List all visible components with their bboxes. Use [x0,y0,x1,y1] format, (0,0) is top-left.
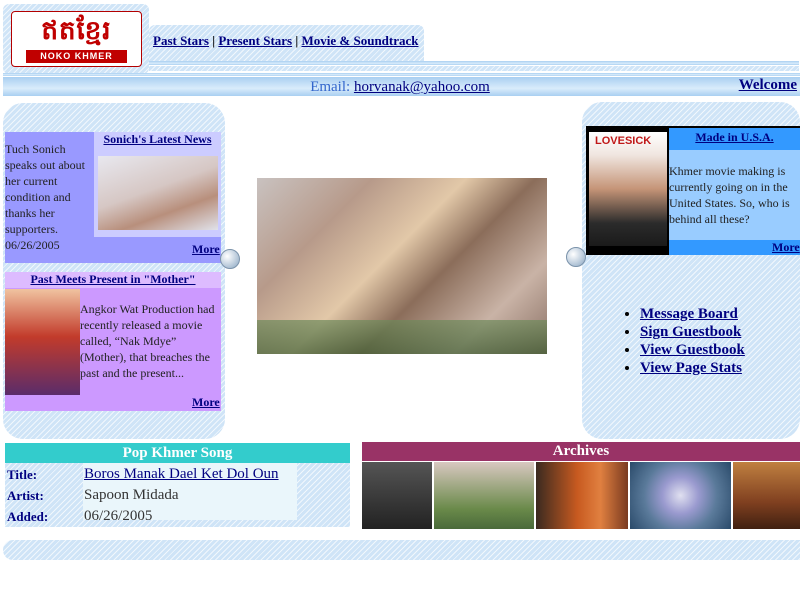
sign-guestbook-link[interactable]: Sign Guestbook [640,324,741,340]
nav-past-stars[interactable]: Past Stars [153,33,209,48]
site-logo[interactable]: ឥតខ្មែរ NOKO KHMER [11,11,142,67]
news-text: Tuch Sonich speaks out about her current… [5,142,85,236]
knob-ornament [566,247,586,267]
news-photo-sonich[interactable] [98,156,218,230]
news-summary-mother: Angkor Wat Production had recently relea… [80,302,215,380]
song-title-link[interactable]: Boros Manak Dael Ket Dol Oun [84,466,279,483]
site-links: Message Board Sign Guestbook View Guestb… [620,305,745,377]
poster-title: LOVESICK [595,135,652,147]
knob-ornament [220,249,240,269]
song-artist-label: Artist: [7,488,44,503]
song-added-date: 06/26/2005 [84,508,153,524]
email-label: Email: [310,79,351,95]
photo-foreground [257,320,547,354]
archive-thumb[interactable] [630,462,731,529]
header-rule [149,66,799,71]
nav-separator: | [212,33,216,48]
song-added-label: Added: [7,509,49,524]
song-title-label: Title: [7,467,38,482]
news-title-mother[interactable]: Past Meets Present in "Mother" [5,272,221,287]
more-link[interactable]: More [192,395,220,410]
news-title-sonich[interactable]: Sonich's Latest News [94,132,221,147]
feature-title-usa[interactable]: Made in U.S.A. [669,130,800,145]
list-item: Sign Guestbook [640,323,745,341]
more-link[interactable]: More [192,242,220,257]
archive-thumb[interactable] [362,462,432,529]
news-photo-mother[interactable] [5,289,80,395]
more-link[interactable]: More [772,240,800,255]
archives-header: Archives [362,442,800,461]
view-guestbook-link[interactable]: View Guestbook [640,342,745,358]
list-item: Message Board [640,305,745,323]
logo-subtitle: NOKO KHMER [26,50,127,63]
welcome-link[interactable]: Welcome [739,77,797,94]
song-artist: Sapoon Midada [84,487,179,503]
email-link[interactable]: horvanak@yahoo.com [354,79,490,95]
nav-present-stars[interactable]: Present Stars [218,33,292,48]
logo-khmer-text: ឥតខ្មែរ [41,16,112,46]
song-header: Pop Khmer Song [5,443,350,463]
news-date: 06/26/2005 [5,238,60,252]
view-page-stats-link[interactable]: View Page Stats [640,360,742,376]
list-item: View Guestbook [640,341,745,359]
movie-poster-lovesick[interactable] [589,132,667,246]
header-rule [149,61,799,65]
contact-email: Email: horvanak@yahoo.com [0,79,800,96]
list-item: View Page Stats [640,359,745,377]
header-rule [3,73,800,76]
feature-summary-usa: Khmer movie making is currently going on… [669,164,790,226]
footer-bar [3,540,800,560]
archive-thumb[interactable] [733,462,800,529]
nav-separator: | [295,33,299,48]
top-nav: Past Stars | Present Stars | Movie & Sou… [153,33,419,49]
archive-thumb[interactable] [434,462,534,529]
archive-thumb[interactable] [536,462,628,529]
news-summary-sonich: Tuch Sonich speaks out about her current… [5,141,93,253]
message-board-link[interactable]: Message Board [640,306,738,322]
nav-movie-soundtrack[interactable]: Movie & Soundtrack [302,33,419,48]
